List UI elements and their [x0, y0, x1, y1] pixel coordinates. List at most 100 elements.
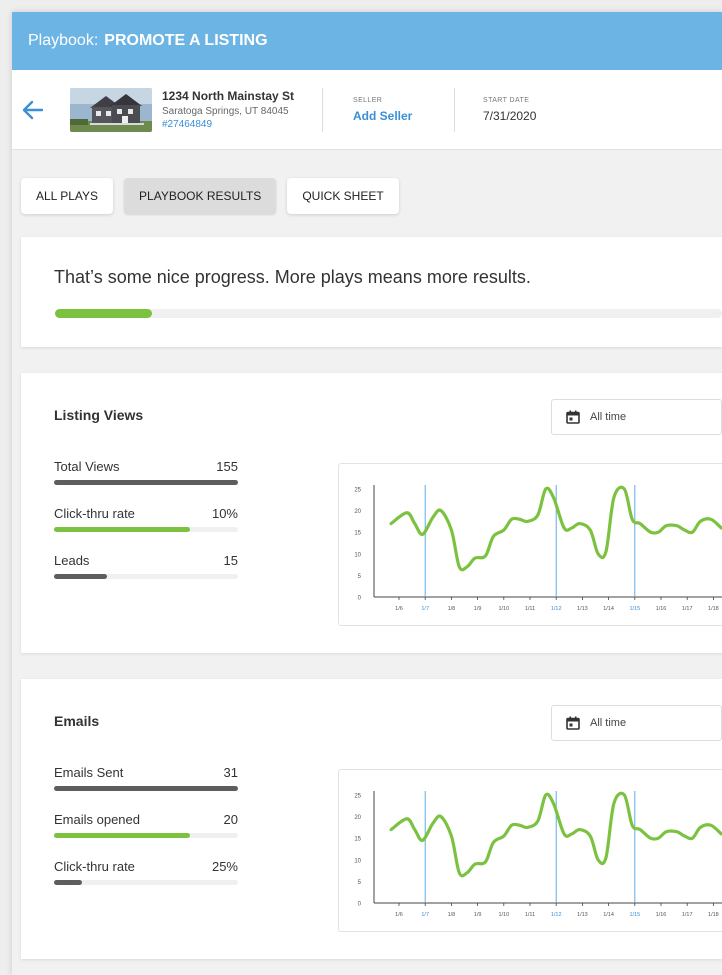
y-tick-label: 0 — [358, 596, 362, 602]
stat-value: 20 — [223, 812, 238, 827]
add-seller-link[interactable]: Add Seller — [353, 109, 438, 123]
x-tick-label: 1/10 — [498, 912, 509, 918]
y-tick-label: 25 — [354, 488, 361, 494]
stat-value: 31 — [223, 765, 238, 780]
y-tick-label: 10 — [354, 552, 361, 558]
y-tick-label: 5 — [358, 574, 362, 580]
tab-all-plays[interactable]: ALL PLAYS — [21, 178, 114, 214]
stat-leads: Leads 15 — [54, 553, 238, 600]
x-tick-label: 1/12 — [551, 606, 562, 612]
stat-bar — [54, 574, 238, 579]
stat-value: 155 — [216, 459, 238, 474]
divider — [322, 87, 323, 132]
x-tick-label: 1/10 — [498, 606, 509, 612]
x-tick-label: 1/18 — [708, 606, 719, 612]
x-tick-label: 1/7 — [421, 606, 429, 612]
stat-click-thru-rate: Click-thru rate 10% — [54, 506, 238, 553]
tab-playbook-results[interactable]: PLAYBOOK RESULTS — [124, 178, 277, 214]
y-tick-label: 10 — [354, 858, 361, 864]
app-window: Playbook: PROMOTE A LISTING 1234 North M… — [12, 12, 722, 975]
emails-chart: 0 5 10 15 20 25 1/6 1/7 1/8 1/9 1/10 1/11 1/12 1/13 1/… — [338, 769, 722, 932]
listing-address: 1234 North Mainstay St Saratoga Springs,… — [162, 89, 322, 130]
x-tick-label: 1/17 — [682, 606, 693, 612]
title-prefix: Playbook: — [28, 32, 99, 49]
x-tick-label: 1/15 — [629, 912, 640, 918]
listing-views-range-dropdown[interactable]: All time — [551, 399, 722, 435]
stat-label: Total Views — [54, 459, 120, 474]
stat-bar — [54, 480, 238, 485]
emails-title: Emails — [54, 713, 100, 729]
x-tick-label: 1/14 — [603, 912, 614, 918]
stat-bar — [54, 786, 238, 791]
start-date-value: 7/31/2020 — [483, 108, 537, 123]
progress-bar-fill — [55, 309, 152, 318]
start-date-field: START DATE 7/31/2020 — [469, 97, 586, 123]
stat-bar — [54, 833, 238, 838]
seller-label: SELLER — [353, 96, 383, 104]
x-tick-label: 1/8 — [448, 912, 456, 918]
x-tick-label: 1/14 — [603, 606, 614, 612]
y-tick-label: 15 — [354, 531, 361, 537]
stat-bar-fill — [54, 880, 82, 885]
progress-bar — [55, 309, 722, 318]
line-chart: 0 5 10 15 20 25 1/6 1/7 1/8 1/9 1/10 1/11 1/12 1/13 1/… — [354, 791, 722, 918]
listing-photo[interactable] — [70, 87, 152, 132]
x-tick-label: 1/9 — [474, 912, 482, 918]
listing-city: Saratoga Springs, UT 84045 — [162, 106, 289, 117]
range-label: All time — [590, 717, 627, 729]
seller-field: SELLER Add Seller — [337, 97, 454, 123]
stat-bar-fill — [54, 786, 238, 791]
listing-views-title: Listing Views — [54, 407, 144, 423]
x-tick-label: 1/13 — [577, 606, 588, 612]
x-tick-label: 1/7 — [421, 912, 429, 918]
x-tick-label: 1/6 — [395, 912, 403, 918]
stat-bar-fill — [54, 833, 191, 838]
y-tick-label: 25 — [354, 794, 361, 800]
progress-card: That’s some nice progress. More plays me… — [21, 237, 722, 347]
range-label: All time — [590, 411, 627, 423]
stat-label: Emails Sent — [54, 765, 124, 780]
page-title: PROMOTE A LISTING — [104, 32, 268, 49]
emails-range-dropdown[interactable]: All time — [551, 705, 722, 741]
back-arrow-icon[interactable] — [22, 97, 48, 123]
x-tick-label: 1/11 — [525, 912, 535, 918]
listing-bar: 1234 North Mainstay St Saratoga Springs,… — [12, 70, 722, 150]
x-tick-label: 1/15 — [629, 606, 640, 612]
x-tick-label: 1/8 — [448, 606, 456, 612]
stat-bar-fill — [54, 480, 238, 485]
line-chart: 0 5 10 15 20 25 1/6 1/7 1/8 1/9 1/10 1/11 1/12 1/13 1/… — [354, 485, 722, 612]
calendar-icon — [566, 410, 580, 424]
stat-value: 10% — [211, 506, 238, 521]
stat-label: Leads — [54, 553, 90, 568]
stat-emails-sent: Emails Sent 31 — [54, 765, 238, 812]
y-tick-label: 20 — [354, 815, 361, 821]
listing-views-card: Listing Views All time Total Views 155 Cl… — [21, 373, 722, 653]
x-tick-label: 1/16 — [656, 606, 667, 612]
divider — [454, 87, 455, 132]
stat-label: Click-thru rate — [54, 859, 135, 874]
y-tick-label: 5 — [358, 880, 362, 886]
stat-bar — [54, 527, 238, 532]
listing-views-stats: Total Views 155 Click-thru rate 10% Leads 1… — [54, 459, 238, 600]
tab-bar: ALL PLAYS PLAYBOOK RESULTS QUICK SHEET — [12, 150, 722, 225]
stat-bar-fill — [54, 574, 108, 579]
start-date-label: START DATE — [483, 96, 530, 104]
stat-label: Click-thru rate — [54, 506, 135, 521]
x-tick-label: 1/12 — [551, 912, 562, 918]
stat-bar — [54, 880, 238, 885]
tab-quick-sheet[interactable]: QUICK SHEET — [287, 178, 399, 214]
x-tick-label: 1/6 — [395, 606, 403, 612]
x-tick-label: 1/18 — [708, 912, 719, 918]
stat-click-thru-rate: Click-thru rate 25% — [54, 859, 238, 906]
x-tick-label: 1/17 — [682, 912, 693, 918]
emails-stats: Emails Sent 31 Emails opened 20 Click-thru… — [54, 765, 238, 906]
y-tick-label: 0 — [358, 902, 362, 908]
emails-card: Emails All time Emails Sent 31 Emails ope… — [21, 679, 722, 959]
listing-views-chart: 0 5 10 15 20 25 1/6 1/7 1/8 1/9 1/10 1/11 1/12 1/13 1/… — [338, 463, 722, 626]
stat-value: 25% — [211, 859, 238, 874]
stat-emails-opened: Emails opened 20 — [54, 812, 238, 859]
listing-mls-link[interactable]: #27464849 — [162, 119, 322, 130]
x-tick-label: 1/9 — [474, 606, 482, 612]
stat-value: 15 — [223, 553, 238, 568]
y-tick-label: 20 — [354, 509, 361, 515]
